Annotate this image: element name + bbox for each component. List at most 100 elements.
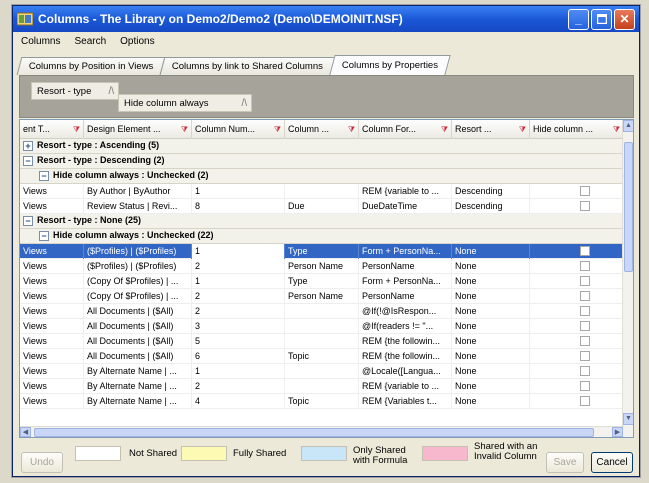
hide-column-checkbox[interactable] [580, 306, 590, 316]
tab-columns-by-properties[interactable]: Columns by Properties [329, 55, 452, 75]
cell-resort[interactable]: None [452, 349, 530, 364]
cell-column-formula[interactable]: DueDateTime [359, 199, 452, 214]
undo-button[interactable]: Undo [21, 452, 63, 473]
group-row-none-hide[interactable]: − Hide column always : Unchecked (22) [20, 229, 624, 244]
cell-column-formula[interactable]: @If(!@IsRespon... [359, 304, 452, 319]
scroll-down-icon[interactable]: ▼ [623, 413, 633, 425]
cell-resort[interactable]: None [452, 319, 530, 334]
scroll-left-icon[interactable]: ◀ [20, 427, 31, 437]
cell-element-type[interactable]: Views [20, 379, 84, 394]
table-row[interactable]: Views (Copy Of $Profiles) | ... 2 Person Na… [20, 289, 624, 304]
cell-resort[interactable]: None [452, 259, 530, 274]
cell-design-element[interactable]: Review Status | Revi... [84, 199, 192, 214]
cell-column-formula[interactable]: PersonName [359, 259, 452, 274]
cell-design-element[interactable]: ($Profiles) | ($Profiles) [84, 244, 192, 259]
cell-column-number[interactable]: 2 [192, 379, 285, 394]
cell-design-element[interactable]: All Documents | ($All) [84, 304, 192, 319]
cell-column-title[interactable]: Topic [285, 394, 359, 409]
hide-column-checkbox[interactable] [580, 201, 590, 211]
menu-search[interactable]: Search [74, 36, 106, 47]
cell-design-element[interactable]: (Copy Of $Profiles) | ... [84, 289, 192, 304]
vertical-scrollbar[interactable]: ▲ ▼ [622, 120, 633, 437]
cell-column-title[interactable] [285, 319, 359, 334]
vertical-scroll-thumb[interactable] [624, 142, 633, 272]
expand-icon[interactable]: + [23, 141, 33, 151]
cell-column-formula[interactable]: Form + PersonNa... [359, 274, 452, 289]
hide-column-checkbox[interactable] [580, 291, 590, 301]
cell-column-title[interactable]: Due [285, 199, 359, 214]
cell-resort[interactable]: Descending [452, 199, 530, 214]
cell-resort[interactable]: None [452, 334, 530, 349]
cell-element-type[interactable]: Views [20, 364, 84, 379]
cell-column-title[interactable]: Type [285, 274, 359, 289]
cell-resort[interactable]: None [452, 244, 530, 259]
table-row[interactable]: Views Review Status | Revi... 8 Due DueDateT… [20, 199, 624, 214]
cell-design-element[interactable]: By Alternate Name | ... [84, 364, 192, 379]
group-row-none[interactable]: − Resort - type : None (25) [20, 214, 624, 229]
collapse-icon[interactable]: − [23, 156, 33, 166]
table-row[interactable]: Views By Alternate Name | ... 4 Topic REM {V… [20, 394, 624, 409]
cell-design-element[interactable]: All Documents | ($All) [84, 319, 192, 334]
cell-element-type[interactable]: Views [20, 289, 84, 304]
table-row[interactable]: Views By Author | ByAuthor 1 REM {variable … [20, 184, 624, 199]
cell-column-title[interactable]: Topic [285, 349, 359, 364]
cell-column-title[interactable] [285, 334, 359, 349]
minimize-icon[interactable]: _ [568, 8, 589, 30]
cell-column-title[interactable] [285, 364, 359, 379]
cell-column-formula[interactable]: REM {Variables t... [359, 394, 452, 409]
cell-element-type[interactable]: Views [20, 184, 84, 199]
horizontal-scrollbar[interactable]: ◀ ▶ [20, 426, 624, 437]
cell-column-formula[interactable]: REM {variable to ... [359, 184, 452, 199]
cell-resort[interactable]: Descending [452, 184, 530, 199]
maximize-icon[interactable] [591, 8, 612, 30]
cell-column-formula[interactable]: @Locale([Langua... [359, 364, 452, 379]
cell-element-type[interactable]: Views [20, 244, 84, 259]
cell-column-formula[interactable]: REM {the followin... [359, 334, 452, 349]
hide-column-checkbox[interactable] [580, 336, 590, 346]
cell-column-formula[interactable]: Form + PersonNa... [359, 244, 452, 259]
cell-design-element[interactable]: All Documents | ($All) [84, 349, 192, 364]
hide-column-checkbox[interactable] [580, 246, 590, 256]
cell-element-type[interactable]: Views [20, 334, 84, 349]
cell-column-number[interactable]: 1 [192, 244, 285, 259]
cell-element-type[interactable]: Views [20, 259, 84, 274]
hide-column-checkbox[interactable] [580, 276, 590, 286]
table-row[interactable]: Views (Copy Of $Profiles) | ... 1 Type Form … [20, 274, 624, 289]
cell-resort[interactable]: None [452, 364, 530, 379]
scroll-up-icon[interactable]: ▲ [623, 120, 633, 132]
hide-column-checkbox[interactable] [580, 321, 590, 331]
cell-column-title[interactable] [285, 304, 359, 319]
filter-icon[interactable]: ⧩ [73, 120, 80, 139]
cell-column-number[interactable]: 5 [192, 334, 285, 349]
table-row[interactable]: Views All Documents | ($All) 5 REM {the fol… [20, 334, 624, 349]
cell-column-formula[interactable]: PersonName [359, 289, 452, 304]
save-button[interactable]: Save [546, 452, 584, 473]
header-column-number[interactable]: Column Num... ⧩ [192, 120, 285, 139]
cell-column-number[interactable]: 4 [192, 394, 285, 409]
cell-resort[interactable]: None [452, 274, 530, 289]
scroll-right-icon[interactable]: ▶ [612, 427, 623, 437]
collapse-icon[interactable]: − [23, 216, 33, 226]
cell-column-title[interactable] [285, 379, 359, 394]
hide-column-checkbox[interactable] [580, 381, 590, 391]
header-column-formula[interactable]: Column For... ⧩ [359, 120, 452, 139]
horizontal-scroll-thumb[interactable] [34, 428, 594, 437]
cell-design-element[interactable]: ($Profiles) | ($Profiles) [84, 259, 192, 274]
filter-icon[interactable]: ⧩ [441, 120, 448, 139]
header-hide-column[interactable]: Hide column ... ⧩ [530, 120, 624, 139]
cell-element-type[interactable]: Views [20, 274, 84, 289]
cell-column-number[interactable]: 8 [192, 199, 285, 214]
group-row-ascending[interactable]: + Resort - type : Ascending (5) [20, 139, 624, 154]
cell-design-element[interactable]: (Copy Of $Profiles) | ... [84, 274, 192, 289]
cell-column-title[interactable]: Person Name [285, 289, 359, 304]
cell-column-formula[interactable]: REM {variable to ... [359, 379, 452, 394]
cell-column-title[interactable]: Type [285, 244, 359, 259]
group-chip-resort-type[interactable]: Resort - type /\ [31, 82, 119, 100]
table-row[interactable]: Views ($Profiles) | ($Profiles) 2 Person Na… [20, 259, 624, 274]
hide-column-checkbox[interactable] [580, 261, 590, 271]
filter-icon[interactable]: ⧩ [181, 120, 188, 139]
hide-column-checkbox[interactable] [580, 351, 590, 361]
cell-element-type[interactable]: Views [20, 349, 84, 364]
table-row[interactable]: Views By Alternate Name | ... 1 @Locale([La… [20, 364, 624, 379]
cell-column-number[interactable]: 6 [192, 349, 285, 364]
